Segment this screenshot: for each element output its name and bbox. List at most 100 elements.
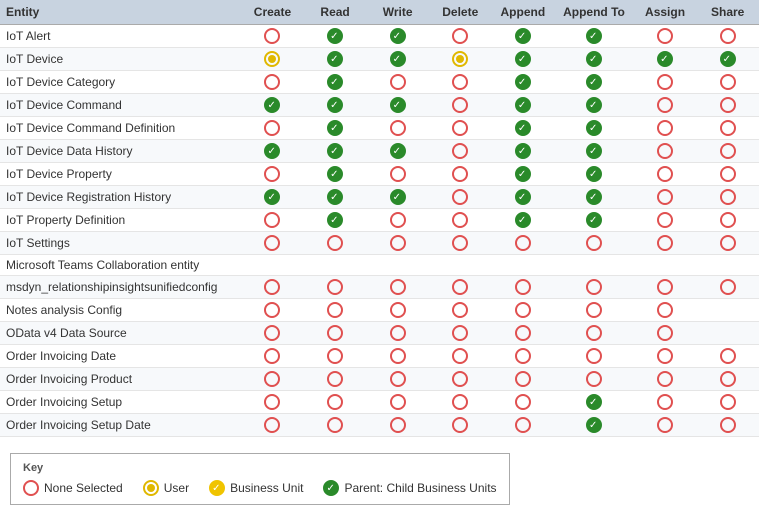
parent-child-icon	[327, 189, 343, 205]
none-selected-icon	[390, 371, 406, 387]
none-selected-icon	[657, 97, 673, 113]
none-selected-icon	[720, 394, 736, 410]
cell-assign	[634, 322, 697, 345]
cell-entity: OData v4 Data Source	[0, 322, 241, 345]
cell-delete	[429, 276, 492, 299]
parent-child-icon	[327, 28, 343, 44]
none-selected-icon	[657, 371, 673, 387]
cell-write	[366, 140, 429, 163]
cell-append	[492, 117, 555, 140]
header-append-to: Append To	[554, 0, 634, 25]
header-write: Write	[366, 0, 429, 25]
table-row: Order Invoicing Setup	[0, 391, 759, 414]
parent-child-icon	[390, 28, 406, 44]
none-selected-icon	[264, 417, 280, 433]
header-assign: Assign	[634, 0, 697, 25]
parent-child-icon	[327, 212, 343, 228]
cell-append	[492, 276, 555, 299]
cell-assign	[634, 163, 697, 186]
none-selected-icon	[452, 74, 468, 90]
cell-read	[304, 414, 367, 437]
cell-delete	[429, 345, 492, 368]
cell-delete	[429, 232, 492, 255]
cell-delete	[429, 255, 492, 276]
none-selected-icon	[657, 189, 673, 205]
header-read: Read	[304, 0, 367, 25]
parent-child-icon	[586, 189, 602, 205]
parent-child-icon	[327, 51, 343, 67]
parent-child-icon	[515, 143, 531, 159]
cell-delete	[429, 209, 492, 232]
cell-entity: Order Invoicing Product	[0, 368, 241, 391]
cell-create	[241, 140, 304, 163]
cell-create	[241, 232, 304, 255]
cell-write	[366, 368, 429, 391]
cell-entity: IoT Device Data History	[0, 140, 241, 163]
cell-append	[492, 94, 555, 117]
none-selected-icon	[515, 417, 531, 433]
none-selected-icon	[390, 166, 406, 182]
cell-append	[492, 368, 555, 391]
header-append: Append	[492, 0, 555, 25]
cell-read	[304, 255, 367, 276]
cell-write	[366, 391, 429, 414]
parent-child-icon	[720, 51, 736, 67]
cell-create	[241, 368, 304, 391]
cell-create	[241, 209, 304, 232]
cell-appendTo	[554, 140, 634, 163]
table-row: OData v4 Data Source	[0, 322, 759, 345]
none-selected-icon	[264, 348, 280, 364]
parent-child-icon	[586, 74, 602, 90]
cell-appendTo	[554, 71, 634, 94]
key-item-label: User	[164, 481, 189, 495]
none-selected-icon	[390, 325, 406, 341]
cell-read	[304, 71, 367, 94]
none-selected-icon	[720, 212, 736, 228]
cell-entity: IoT Device Command	[0, 94, 241, 117]
cell-create	[241, 345, 304, 368]
none-selected-icon	[452, 212, 468, 228]
cell-share	[696, 232, 759, 255]
parent-child-icon	[515, 166, 531, 182]
cell-entity: IoT Property Definition	[0, 209, 241, 232]
parent-child-icon	[515, 51, 531, 67]
cell-appendTo	[554, 48, 634, 71]
cell-write	[366, 255, 429, 276]
cell-create	[241, 117, 304, 140]
cell-share	[696, 345, 759, 368]
none-selected-icon	[720, 120, 736, 136]
none-selected-icon	[264, 212, 280, 228]
table-row: Notes analysis Config	[0, 299, 759, 322]
none-selected-icon	[390, 394, 406, 410]
table-row: IoT Device Property	[0, 163, 759, 186]
cell-entity: Notes analysis Config	[0, 299, 241, 322]
none-selected-icon	[327, 235, 343, 251]
table-row: Order Invoicing Setup Date	[0, 414, 759, 437]
none-selected-icon	[327, 394, 343, 410]
cell-entity: msdyn_relationshipinsightsunifiedconfig	[0, 276, 241, 299]
cell-write	[366, 209, 429, 232]
parent-child-icon	[586, 97, 602, 113]
parent-child-icon	[327, 120, 343, 136]
cell-write	[366, 163, 429, 186]
cell-appendTo	[554, 94, 634, 117]
none-selected-icon	[452, 302, 468, 318]
cell-write	[366, 276, 429, 299]
parent-child-icon	[390, 143, 406, 159]
cell-entity: Order Invoicing Setup Date	[0, 414, 241, 437]
parent-child-icon	[390, 51, 406, 67]
none-selected-icon	[264, 166, 280, 182]
permissions-table: EntityCreateReadWriteDeleteAppendAppend …	[0, 0, 759, 437]
cell-append	[492, 209, 555, 232]
none-selected-icon	[452, 28, 468, 44]
cell-append	[492, 48, 555, 71]
cell-assign	[634, 414, 697, 437]
cell-assign	[634, 299, 697, 322]
none-selected-icon	[657, 120, 673, 136]
table-row: IoT Device Command	[0, 94, 759, 117]
parent-child-icon	[327, 74, 343, 90]
cell-append	[492, 25, 555, 48]
none-selected-icon	[390, 279, 406, 295]
cell-create	[241, 322, 304, 345]
cell-write	[366, 232, 429, 255]
